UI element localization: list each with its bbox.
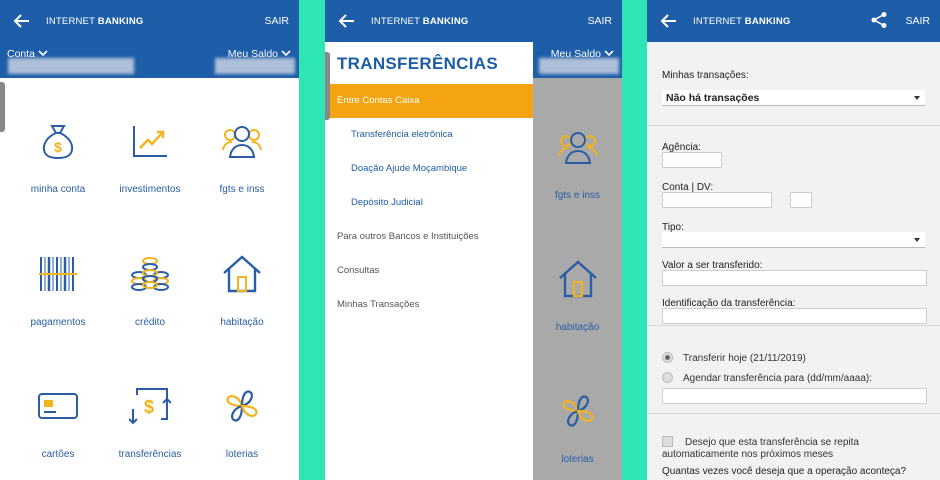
- tile-habitacao[interactable]: habitação: [192, 211, 292, 341]
- agencia-input[interactable]: [662, 152, 722, 168]
- valor-input[interactable]: [662, 270, 927, 286]
- tile-label: crédito: [134, 317, 165, 328]
- chevron-down-icon: [38, 50, 48, 57]
- transfer-menu-screen: INTERNET BANKING SAIR Meu Saldo fgts e i…: [325, 0, 622, 480]
- svg-text:$: $: [54, 139, 62, 155]
- clover-icon: [561, 395, 594, 427]
- menu-item-minhas-transacoes[interactable]: Minhas Transações: [325, 288, 533, 322]
- section-destination: Agência: Conta | DV: Tipo: Valor a ser t…: [647, 126, 940, 326]
- account-bar: Conta Meu Saldo: [0, 42, 299, 78]
- ghost-tile-loterias: loterias: [533, 390, 622, 465]
- exit-button[interactable]: SAIR: [264, 15, 289, 27]
- card-icon: [38, 393, 78, 419]
- transfer-form-screen: INTERNET BANKING SAIR Minhas transações:…: [647, 0, 940, 480]
- tile-label: loterias: [225, 449, 259, 460]
- menu-item-entre-contas-caixa[interactable]: Entre Contas Caixa: [325, 84, 533, 118]
- tile-label: minha conta: [30, 184, 86, 195]
- dimmed-background[interactable]: Meu Saldo fgts e inss habitação loterias: [533, 42, 622, 480]
- top-bar: INTERNET BANKING SAIR: [647, 0, 940, 42]
- tile-label: pagamentos: [30, 317, 86, 328]
- menu-item-doacao-mocambique[interactable]: Doação Ajude Moçambique: [325, 152, 533, 186]
- tile-label: habitação: [220, 317, 264, 328]
- chevron-down-icon: [281, 50, 291, 57]
- ghost-tile-habitacao: habitação: [533, 258, 622, 333]
- svg-text:$: $: [144, 397, 154, 417]
- drawer-handle[interactable]: [325, 52, 330, 120]
- tipo-select[interactable]: [662, 232, 925, 248]
- transactions-select[interactable]: Não há transações: [662, 90, 925, 106]
- home-screen: INTERNET BANKING SAIR Conta Meu Saldo $ …: [0, 0, 299, 480]
- radio-hoje-label: Transferir hoje (21/11/2019): [683, 353, 806, 364]
- people-icon: [222, 126, 262, 158]
- radio-agendar-label: Agendar transferência para (dd/mm/aaaa):: [683, 373, 872, 384]
- back-arrow-icon[interactable]: [659, 11, 679, 31]
- conta-input[interactable]: [662, 192, 772, 208]
- tile-label: habitação: [555, 322, 600, 333]
- tile-label: cartões: [41, 449, 75, 460]
- dropdown-caret-icon: [914, 238, 920, 242]
- transfer-drawer: TRANSFERÊNCIAS Entre Contas Caixa Transf…: [325, 42, 533, 480]
- checkbox-repetir[interactable]: [662, 436, 673, 447]
- tile-investimentos[interactable]: investimentos: [100, 78, 200, 208]
- tile-label: investimentos: [119, 184, 181, 195]
- transfer-form: Minhas transações: Não há transações Agê…: [647, 42, 940, 480]
- tile-transferencias[interactable]: $ transferências: [100, 343, 200, 473]
- menu-item-transferencia-eletronica[interactable]: Transferência eletrônica: [325, 118, 533, 152]
- account-number-redacted: [8, 58, 134, 74]
- back-arrow-icon[interactable]: [337, 11, 357, 31]
- exit-button[interactable]: SAIR: [587, 15, 612, 27]
- tile-cartoes[interactable]: cartões: [8, 343, 108, 473]
- chevron-down-icon: [604, 50, 614, 57]
- people-icon: [557, 132, 598, 164]
- section-transactions: Minhas transações: Não há transações: [647, 42, 940, 126]
- tile-label: fgts e inss: [554, 190, 601, 201]
- account-bar: Meu Saldo: [533, 42, 622, 78]
- ghost-tile-fgts: fgts e inss: [533, 126, 622, 201]
- app-title: INTERNET BANKING: [46, 16, 144, 27]
- identificacao-input[interactable]: [662, 308, 927, 324]
- data-agendamento-input[interactable]: [662, 388, 927, 404]
- menu-grid: $ minha conta investimentos fgts e inss …: [0, 78, 299, 480]
- back-arrow-icon[interactable]: [12, 11, 32, 31]
- tile-pagamentos[interactable]: pagamentos: [8, 211, 108, 341]
- transactions-label: Minhas transações:: [662, 70, 749, 81]
- tile-fgts-inss[interactable]: fgts e inss: [192, 78, 292, 208]
- exit-button[interactable]: SAIR: [905, 15, 930, 27]
- barcode-icon: [39, 257, 77, 291]
- clover-icon: [226, 390, 258, 422]
- radio-transferir-hoje[interactable]: [662, 352, 673, 363]
- menu-item-deposito-judicial[interactable]: Depósito Judicial: [325, 186, 533, 220]
- tile-credito[interactable]: crédito: [100, 211, 200, 341]
- menu-item-consultas[interactable]: Consultas: [325, 254, 533, 288]
- transfer-icon: $: [129, 388, 171, 425]
- drawer-title: TRANSFERÊNCIAS: [337, 54, 498, 73]
- repetir-label-line1: Desejo que esta transferência se repita: [685, 437, 859, 448]
- app-title: INTERNET BANKING: [693, 16, 791, 27]
- tile-minha-conta[interactable]: $ minha conta: [8, 78, 108, 208]
- coins-icon: [131, 257, 169, 291]
- balance-redacted: [539, 58, 619, 74]
- growth-chart-icon: [133, 126, 167, 157]
- tile-loterias[interactable]: loterias: [192, 343, 292, 473]
- top-bar: INTERNET BANKING SAIR: [0, 0, 299, 42]
- top-bar: INTERNET BANKING SAIR: [325, 0, 622, 42]
- repetir-label-line2: automaticamente nos próximos meses: [662, 449, 834, 460]
- share-icon[interactable]: [870, 11, 888, 29]
- quantas-vezes-label: Quantas vezes você deseja que a operação…: [662, 466, 907, 477]
- tile-label: fgts e inss: [219, 184, 265, 195]
- house-icon: [558, 260, 597, 298]
- screenshot-stage: INTERNET BANKING SAIR Conta Meu Saldo $ …: [0, 0, 940, 480]
- menu-item-outros-bancos[interactable]: Para outros Bancos e Instituições: [325, 220, 533, 254]
- dv-input[interactable]: [790, 192, 812, 208]
- app-title: INTERNET BANKING: [371, 16, 469, 27]
- tile-label: loterias: [561, 454, 594, 465]
- money-bag-icon: $: [42, 125, 74, 160]
- house-icon: [223, 255, 261, 293]
- section-schedule: Transferir hoje (21/11/2019) Agendar tra…: [647, 326, 940, 414]
- tile-label: transferências: [118, 449, 182, 460]
- radio-agendar[interactable]: [662, 372, 673, 383]
- balance-redacted: [215, 58, 295, 74]
- dropdown-caret-icon: [914, 96, 920, 100]
